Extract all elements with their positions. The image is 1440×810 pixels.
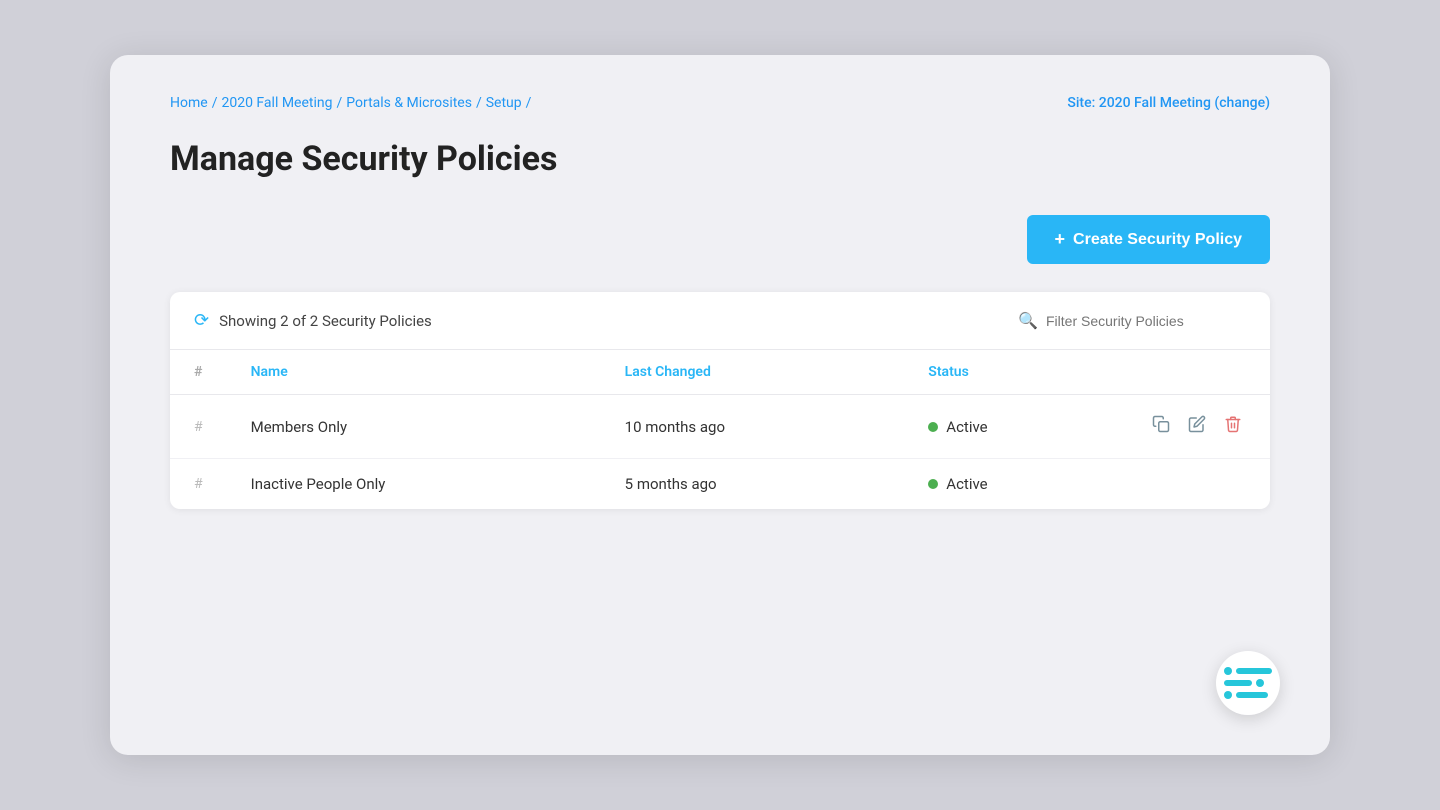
row-2-hash: # — [170, 459, 227, 510]
action-bar: + Create Security Policy — [170, 215, 1270, 292]
row-1-name: Members Only — [227, 395, 601, 459]
page-title: Manage Security Policies — [170, 139, 1270, 179]
status-text-2: Active — [946, 475, 987, 493]
site-label: Site: — [1067, 95, 1095, 111]
search-icon: 🔍 — [1018, 311, 1038, 330]
table-row: # Inactive People Only 5 months ago Acti… — [170, 459, 1270, 510]
table-row: # Members Only 10 months ago Active — [170, 395, 1270, 459]
showing-count: ⟳ Showing 2 of 2 Security Policies — [194, 310, 432, 331]
chatbot-widget[interactable] — [1216, 651, 1280, 715]
breadcrumb-sep-3: / — [476, 95, 482, 111]
policies-table: # Name Last Changed Status # Members Onl… — [170, 350, 1270, 509]
row-1-hash: # — [170, 395, 227, 459]
policies-table-container: ⟳ Showing 2 of 2 Security Policies 🔍 # N… — [170, 292, 1270, 509]
col-hash: # — [170, 350, 227, 395]
row-1-status: Active — [904, 395, 1124, 459]
breadcrumb-meeting[interactable]: 2020 Fall Meeting — [221, 95, 332, 111]
create-button-label: Create Security Policy — [1073, 231, 1242, 249]
col-last-changed[interactable]: Last Changed — [601, 350, 905, 395]
row-1-actions — [1124, 395, 1270, 459]
status-dot-active — [928, 422, 938, 432]
table-header-row: # Name Last Changed Status — [170, 350, 1270, 395]
showing-text-label: Showing 2 of 2 Security Policies — [219, 312, 432, 330]
breadcrumb-sep-2: / — [336, 95, 342, 111]
refresh-icon[interactable]: ⟳ — [194, 310, 209, 331]
table-header-bar: ⟳ Showing 2 of 2 Security Policies 🔍 — [170, 292, 1270, 350]
col-name[interactable]: Name — [227, 350, 601, 395]
plus-icon: + — [1055, 229, 1066, 250]
site-name: 2020 Fall Meeting — [1099, 95, 1211, 111]
breadcrumb-setup[interactable]: Setup — [486, 95, 522, 111]
chatbot-inner — [1216, 657, 1280, 709]
breadcrumb-home[interactable]: Home — [170, 95, 208, 111]
row-2-status: Active — [904, 459, 1124, 510]
col-status[interactable]: Status — [904, 350, 1124, 395]
row-2-actions — [1124, 459, 1270, 510]
edit-button[interactable] — [1184, 411, 1210, 442]
main-window: Home / 2020 Fall Meeting / Portals & Mic… — [110, 55, 1330, 755]
filter-input[interactable] — [1046, 313, 1246, 329]
filter-container: 🔍 — [1018, 311, 1246, 330]
site-change[interactable]: (change) — [1214, 95, 1270, 111]
create-security-policy-button[interactable]: + Create Security Policy — [1027, 215, 1270, 264]
site-info: Site: 2020 Fall Meeting (change) — [1067, 95, 1270, 111]
col-actions — [1124, 350, 1270, 395]
delete-button[interactable] — [1220, 411, 1246, 442]
copy-button[interactable] — [1148, 411, 1174, 442]
breadcrumb-sep-1: / — [212, 95, 218, 111]
status-dot-active-2 — [928, 479, 938, 489]
breadcrumb-portals[interactable]: Portals & Microsites — [346, 95, 472, 111]
row-2-name: Inactive People Only — [227, 459, 601, 510]
status-text: Active — [946, 418, 987, 436]
row-2-last-changed: 5 months ago — [601, 459, 905, 510]
breadcrumb-sep-4: / — [526, 95, 532, 111]
row-1-last-changed: 10 months ago — [601, 395, 905, 459]
